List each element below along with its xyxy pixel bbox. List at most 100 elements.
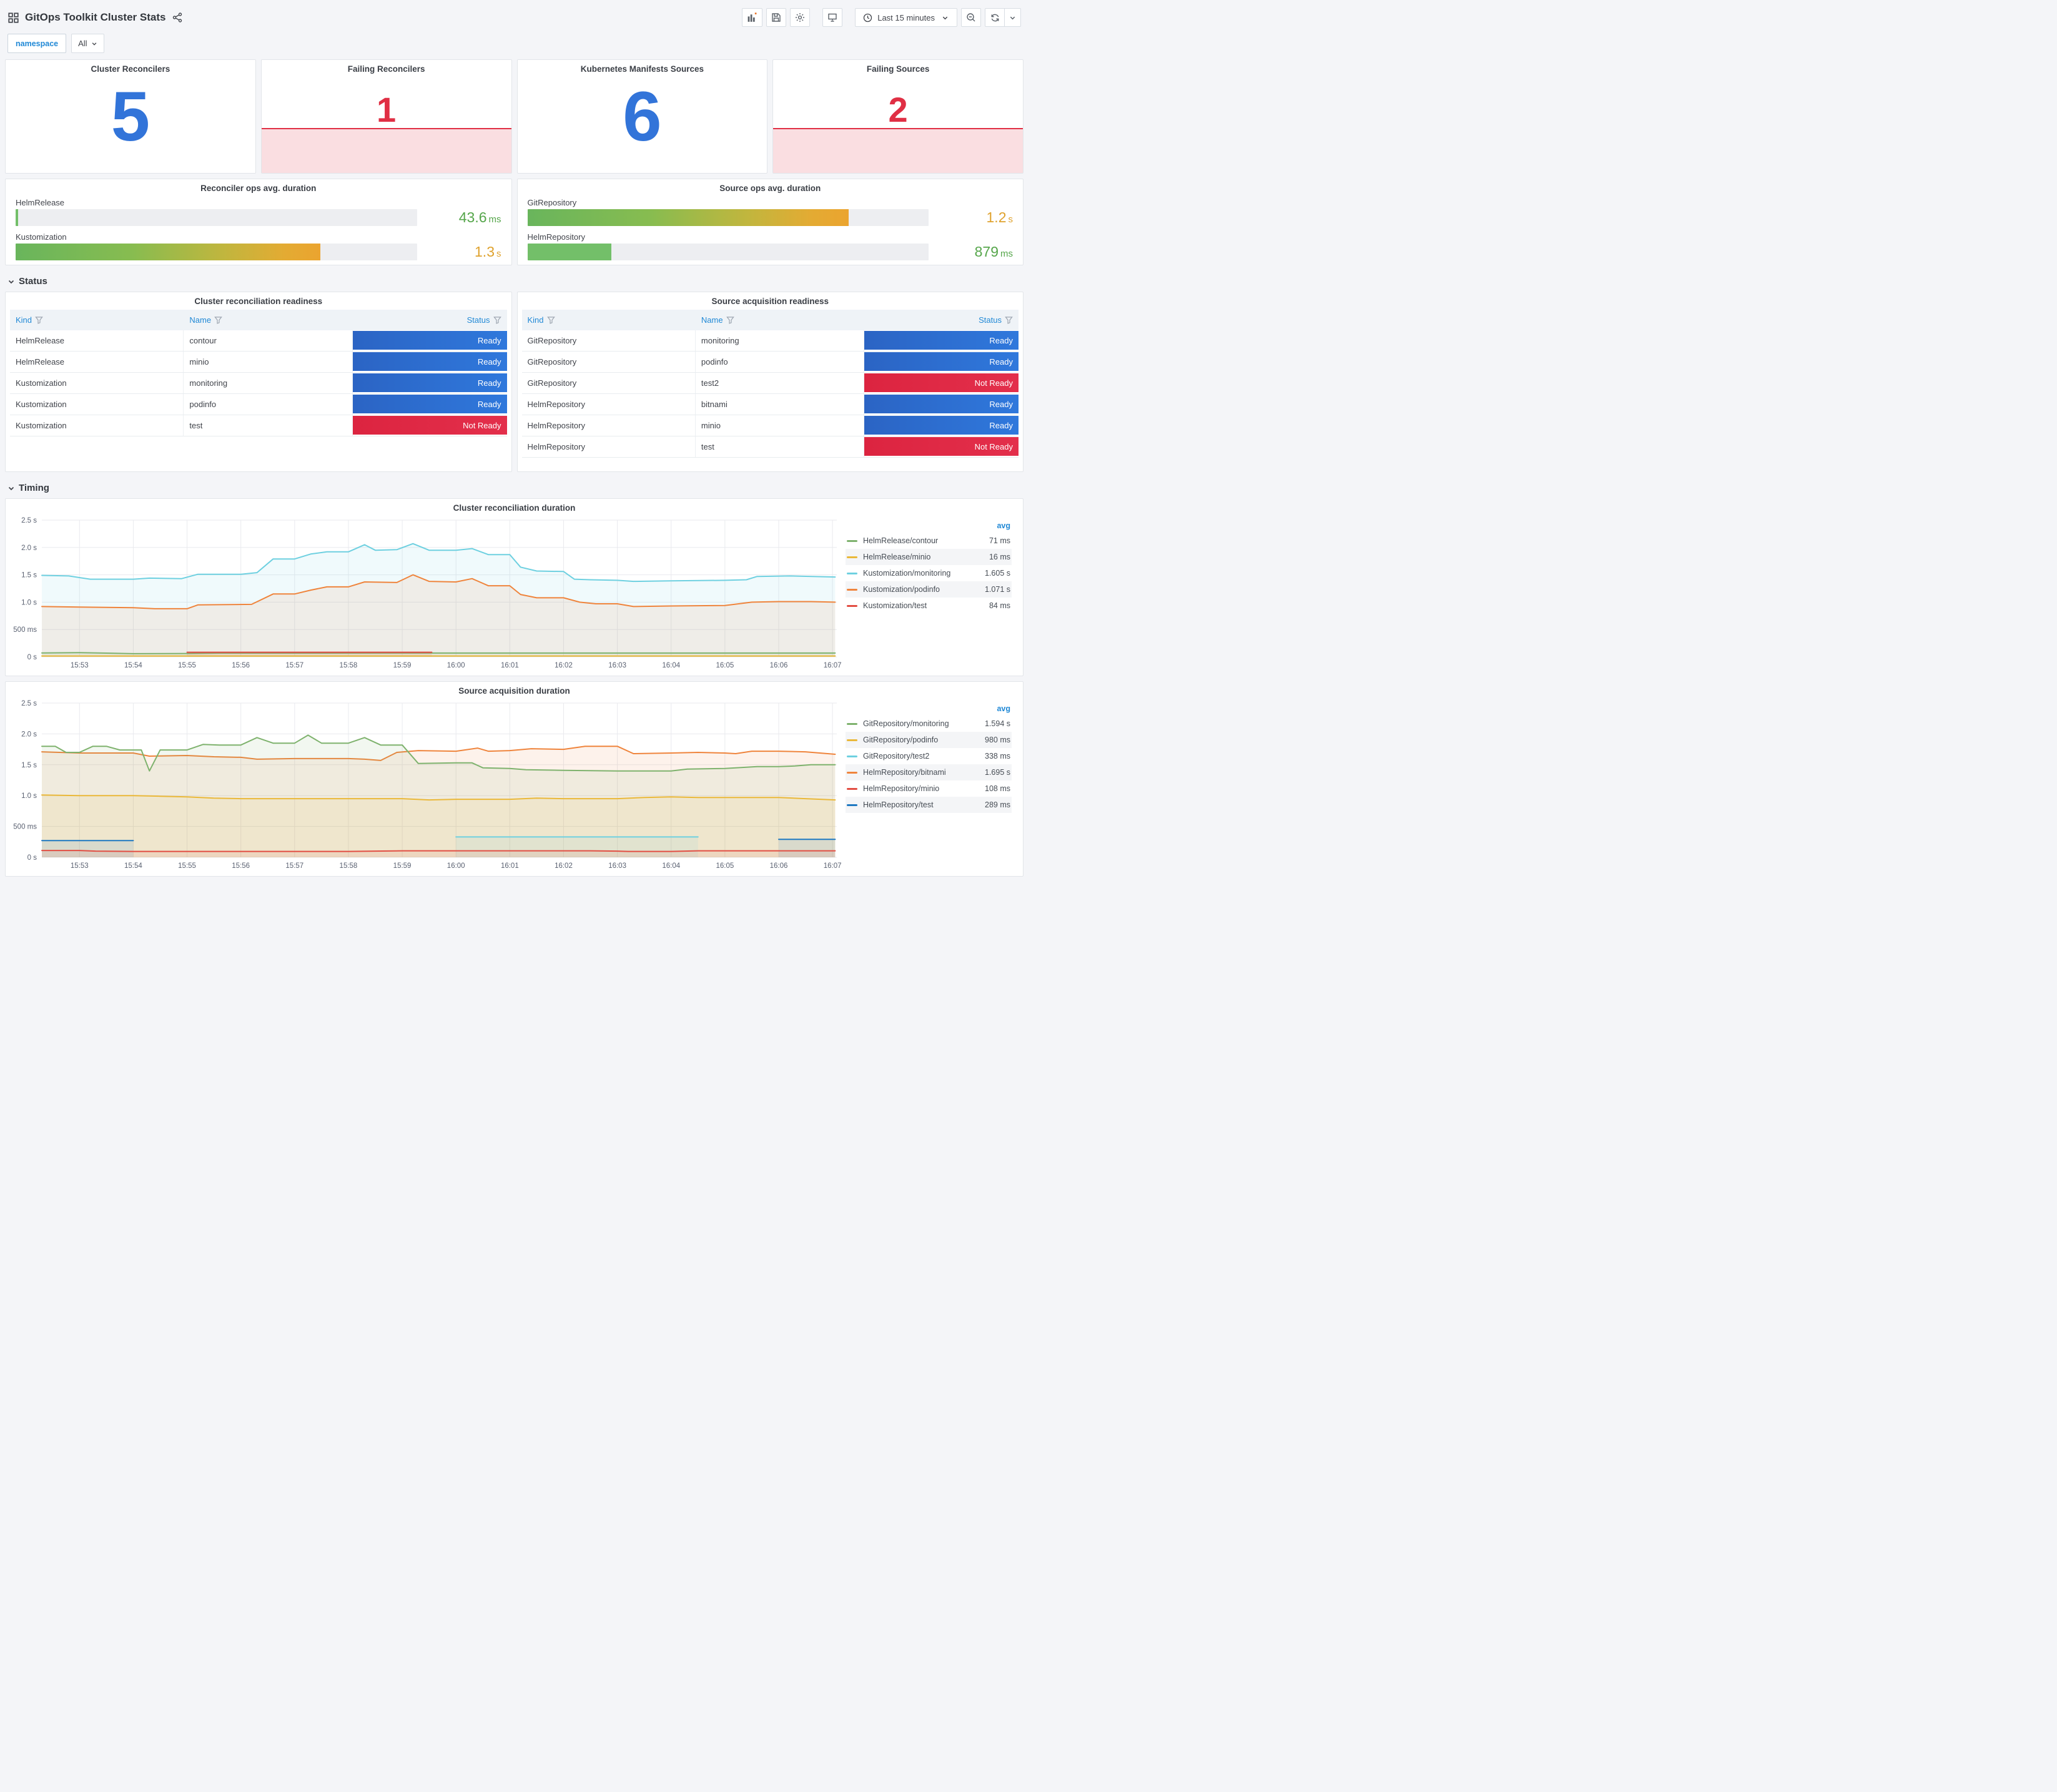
namespace-variable-label[interactable]: namespace bbox=[7, 34, 67, 53]
gauge-fill bbox=[527, 244, 612, 260]
gauge-value: 879 ms bbox=[974, 244, 1013, 260]
gauge-label: HelmRepository bbox=[527, 232, 585, 242]
legend-item: Kustomization/podinfo 1.071 s bbox=[846, 581, 1012, 598]
panel-title[interactable]: Source acquisition duration bbox=[6, 682, 1023, 697]
series-name[interactable]: HelmRepository/bitnami bbox=[863, 768, 946, 777]
series-name[interactable]: GitRepository/test2 bbox=[863, 752, 929, 761]
series-name[interactable]: GitRepository/monitoring bbox=[863, 719, 949, 728]
panel-title[interactable]: Source acquisition readiness bbox=[522, 292, 1019, 307]
stat-panel-cluster-reconcilers: Cluster Reconcilers 5 bbox=[5, 59, 256, 174]
filter-icon[interactable] bbox=[1005, 316, 1013, 324]
series-color-swatch bbox=[847, 804, 857, 806]
legend-item: Kustomization/monitoring 1.605 s bbox=[846, 565, 1012, 581]
legend-avg-header[interactable]: avg bbox=[846, 520, 1012, 533]
namespace-variable-value[interactable]: All bbox=[71, 34, 104, 53]
column-header-kind[interactable]: Kind bbox=[10, 315, 184, 325]
save-dashboard-button[interactable] bbox=[766, 8, 787, 27]
cell-name: test bbox=[184, 415, 353, 436]
gauge-label: HelmRelease bbox=[16, 198, 65, 207]
column-header-kind[interactable]: Kind bbox=[522, 315, 696, 325]
cell-kind: HelmRelease bbox=[10, 330, 184, 351]
series-name[interactable]: GitRepository/podinfo bbox=[863, 736, 938, 744]
series-name[interactable]: HelmRelease/minio bbox=[863, 553, 930, 561]
timeseries-panel-cluster-reconciliation-duration: Cluster reconciliation duration 0 s 500 m… bbox=[5, 498, 1024, 676]
svg-text:15:58: 15:58 bbox=[340, 862, 358, 870]
column-header-name[interactable]: Name bbox=[184, 315, 352, 325]
status-badge: Ready bbox=[864, 352, 1019, 371]
refresh-interval-dropdown[interactable] bbox=[1005, 8, 1021, 27]
series-color-swatch bbox=[847, 604, 857, 607]
series-name[interactable]: Kustomization/podinfo bbox=[863, 585, 940, 594]
legend-item: HelmRepository/minio 108 ms bbox=[846, 780, 1012, 797]
svg-text:15:57: 15:57 bbox=[285, 662, 303, 669]
stat-value: 2 bbox=[888, 90, 908, 130]
tv-view-button[interactable] bbox=[822, 8, 843, 27]
legend-avg-header[interactable]: avg bbox=[846, 703, 1012, 716]
series-name[interactable]: Kustomization/test bbox=[863, 601, 927, 610]
gauge-row-gitrepository: GitRepository 1.2 s bbox=[527, 198, 1013, 226]
cell-name: contour bbox=[184, 330, 353, 351]
cell-name: monitoring bbox=[184, 373, 353, 393]
svg-text:16:01: 16:01 bbox=[501, 862, 519, 870]
section-header-timing[interactable]: Timing bbox=[5, 477, 1024, 498]
filter-icon[interactable] bbox=[726, 316, 734, 324]
refresh-button[interactable] bbox=[985, 8, 1005, 27]
table-row: Kustomization podinfo Ready bbox=[10, 394, 507, 415]
share-icon[interactable] bbox=[172, 12, 183, 23]
page-title: GitOps Toolkit Cluster Stats bbox=[25, 11, 166, 23]
series-name[interactable]: Kustomization/monitoring bbox=[863, 569, 950, 578]
dashboard-toolbar: Last 15 minutes bbox=[742, 8, 1021, 27]
status-badge: Ready bbox=[352, 352, 507, 371]
svg-text:1.5 s: 1.5 s bbox=[21, 572, 37, 579]
series-avg-value: 338 ms bbox=[985, 752, 1010, 761]
chevron-down-icon bbox=[92, 42, 96, 46]
status-badge: Not Ready bbox=[352, 416, 507, 435]
panel-title[interactable]: Cluster reconciliation duration bbox=[6, 499, 1023, 514]
series-color-swatch bbox=[847, 539, 857, 542]
settings-button[interactable] bbox=[790, 8, 811, 27]
table-header-row: Kind Name Status bbox=[521, 310, 1019, 330]
section-header-status[interactable]: Status bbox=[5, 270, 1024, 292]
svg-text:15:54: 15:54 bbox=[124, 662, 142, 669]
panel-title[interactable]: Source ops avg. duration bbox=[518, 179, 1024, 194]
series-name[interactable]: HelmRepository/test bbox=[863, 800, 934, 809]
cell-kind: GitRepository bbox=[522, 352, 696, 372]
add-panel-button[interactable] bbox=[742, 8, 763, 27]
legend-item: HelmRelease/minio 16 ms bbox=[846, 549, 1012, 565]
gauge-track bbox=[16, 209, 417, 226]
gauge-row-kustomization: Kustomization 1.3 s bbox=[16, 232, 501, 260]
legend-item: HelmRepository/test 289 ms bbox=[846, 797, 1012, 813]
table-row: GitRepository test2 Not Ready bbox=[521, 373, 1019, 394]
filter-icon[interactable] bbox=[214, 316, 222, 324]
cell-kind: HelmRepository bbox=[522, 415, 696, 436]
cell-kind: HelmRepository bbox=[522, 394, 696, 415]
zoom-out-button[interactable] bbox=[961, 8, 981, 27]
column-header-name[interactable]: Name bbox=[696, 315, 864, 325]
chart-canvas[interactable]: 0 s 500 ms 1.0 s 1.5 s 2.0 s 2.5 s 15:53 15:54 1… bbox=[6, 514, 842, 672]
gauge-fill bbox=[16, 244, 321, 260]
series-color-swatch bbox=[847, 739, 857, 741]
chevron-down-icon bbox=[8, 280, 14, 283]
table-panel-cluster-reconciliation-readiness: Cluster reconciliation readiness Kind Nam… bbox=[5, 292, 512, 472]
column-header-status[interactable]: Status bbox=[864, 315, 1019, 325]
column-header-status[interactable]: Status bbox=[353, 315, 507, 325]
table-row: HelmRelease minio Ready bbox=[10, 352, 507, 373]
gauge-row-helmrelease: HelmRelease 43.6 ms bbox=[16, 198, 501, 226]
svg-text:1.5 s: 1.5 s bbox=[21, 762, 37, 769]
gauge-track bbox=[527, 244, 929, 260]
series-name[interactable]: HelmRelease/contour bbox=[863, 536, 938, 545]
gauge-panel-source-ops: Source ops avg. duration GitRepository 1… bbox=[516, 179, 1024, 265]
gauge-panel-reconciler-ops: Reconciler ops avg. duration HelmRelease… bbox=[5, 179, 512, 265]
chart-canvas[interactable]: 0 s 500 ms 1.0 s 1.5 s 2.0 s 2.5 s 15:53 15:54 1… bbox=[6, 697, 842, 872]
apps-grid-icon[interactable] bbox=[7, 12, 19, 23]
panel-title[interactable]: Cluster reconciliation readiness bbox=[10, 292, 507, 307]
chart-legend: avg HelmRelease/contour 71 ms HelmReleas… bbox=[842, 514, 1023, 672]
filter-icon[interactable] bbox=[493, 316, 501, 324]
table-panel-source-acquisition-readiness: Source acquisition readiness Kind Name Sta… bbox=[516, 292, 1024, 472]
filter-icon[interactable] bbox=[546, 316, 555, 324]
panel-title[interactable]: Reconciler ops avg. duration bbox=[6, 179, 511, 194]
series-name[interactable]: HelmRepository/minio bbox=[863, 784, 939, 793]
filter-icon[interactable] bbox=[35, 316, 43, 324]
svg-text:16:05: 16:05 bbox=[716, 862, 734, 870]
time-range-picker[interactable]: Last 15 minutes bbox=[855, 8, 957, 27]
